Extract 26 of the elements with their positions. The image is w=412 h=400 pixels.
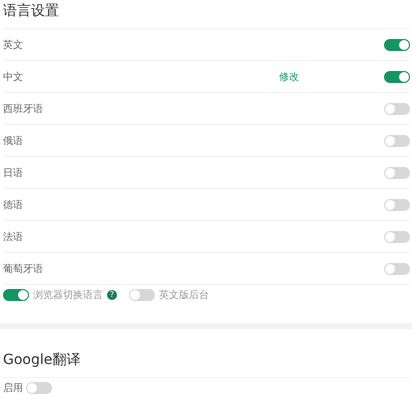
toggle-switch[interactable] <box>384 230 410 242</box>
toggle-switch[interactable] <box>26 382 52 394</box>
enable-label: 启用 <box>3 382 23 395</box>
section-title: Google翻译 <box>3 345 410 378</box>
toggle-switch[interactable] <box>129 289 155 301</box>
toggle-switch[interactable] <box>384 166 410 178</box>
language-label: 中文 <box>3 70 24 84</box>
language-label: 英文 <box>3 38 24 52</box>
option-label: 英文版后台 <box>159 288 209 302</box>
toggle-switch[interactable] <box>384 70 410 82</box>
toggle-switch[interactable] <box>3 289 29 301</box>
section-title: 语言设置 <box>3 0 410 29</box>
toggle-switch[interactable] <box>384 134 410 146</box>
edit-link[interactable]: 修改 <box>279 70 299 84</box>
language-label: 葡萄牙语 <box>3 262 44 276</box>
language-label: 俄语 <box>3 134 24 148</box>
language-label: 日语 <box>3 166 24 180</box>
toggle-switch[interactable] <box>384 198 410 210</box>
toggle-switch[interactable] <box>384 262 410 274</box>
language-label: 西班牙语 <box>3 102 44 116</box>
language-label: 德语 <box>3 198 24 212</box>
toggle-switch[interactable] <box>384 38 410 50</box>
toggle-switch[interactable] <box>384 102 410 114</box>
option-label: 浏览器切换语言 <box>33 288 103 302</box>
language-label: 法语 <box>3 230 24 244</box>
help-icon: ? <box>107 290 117 300</box>
